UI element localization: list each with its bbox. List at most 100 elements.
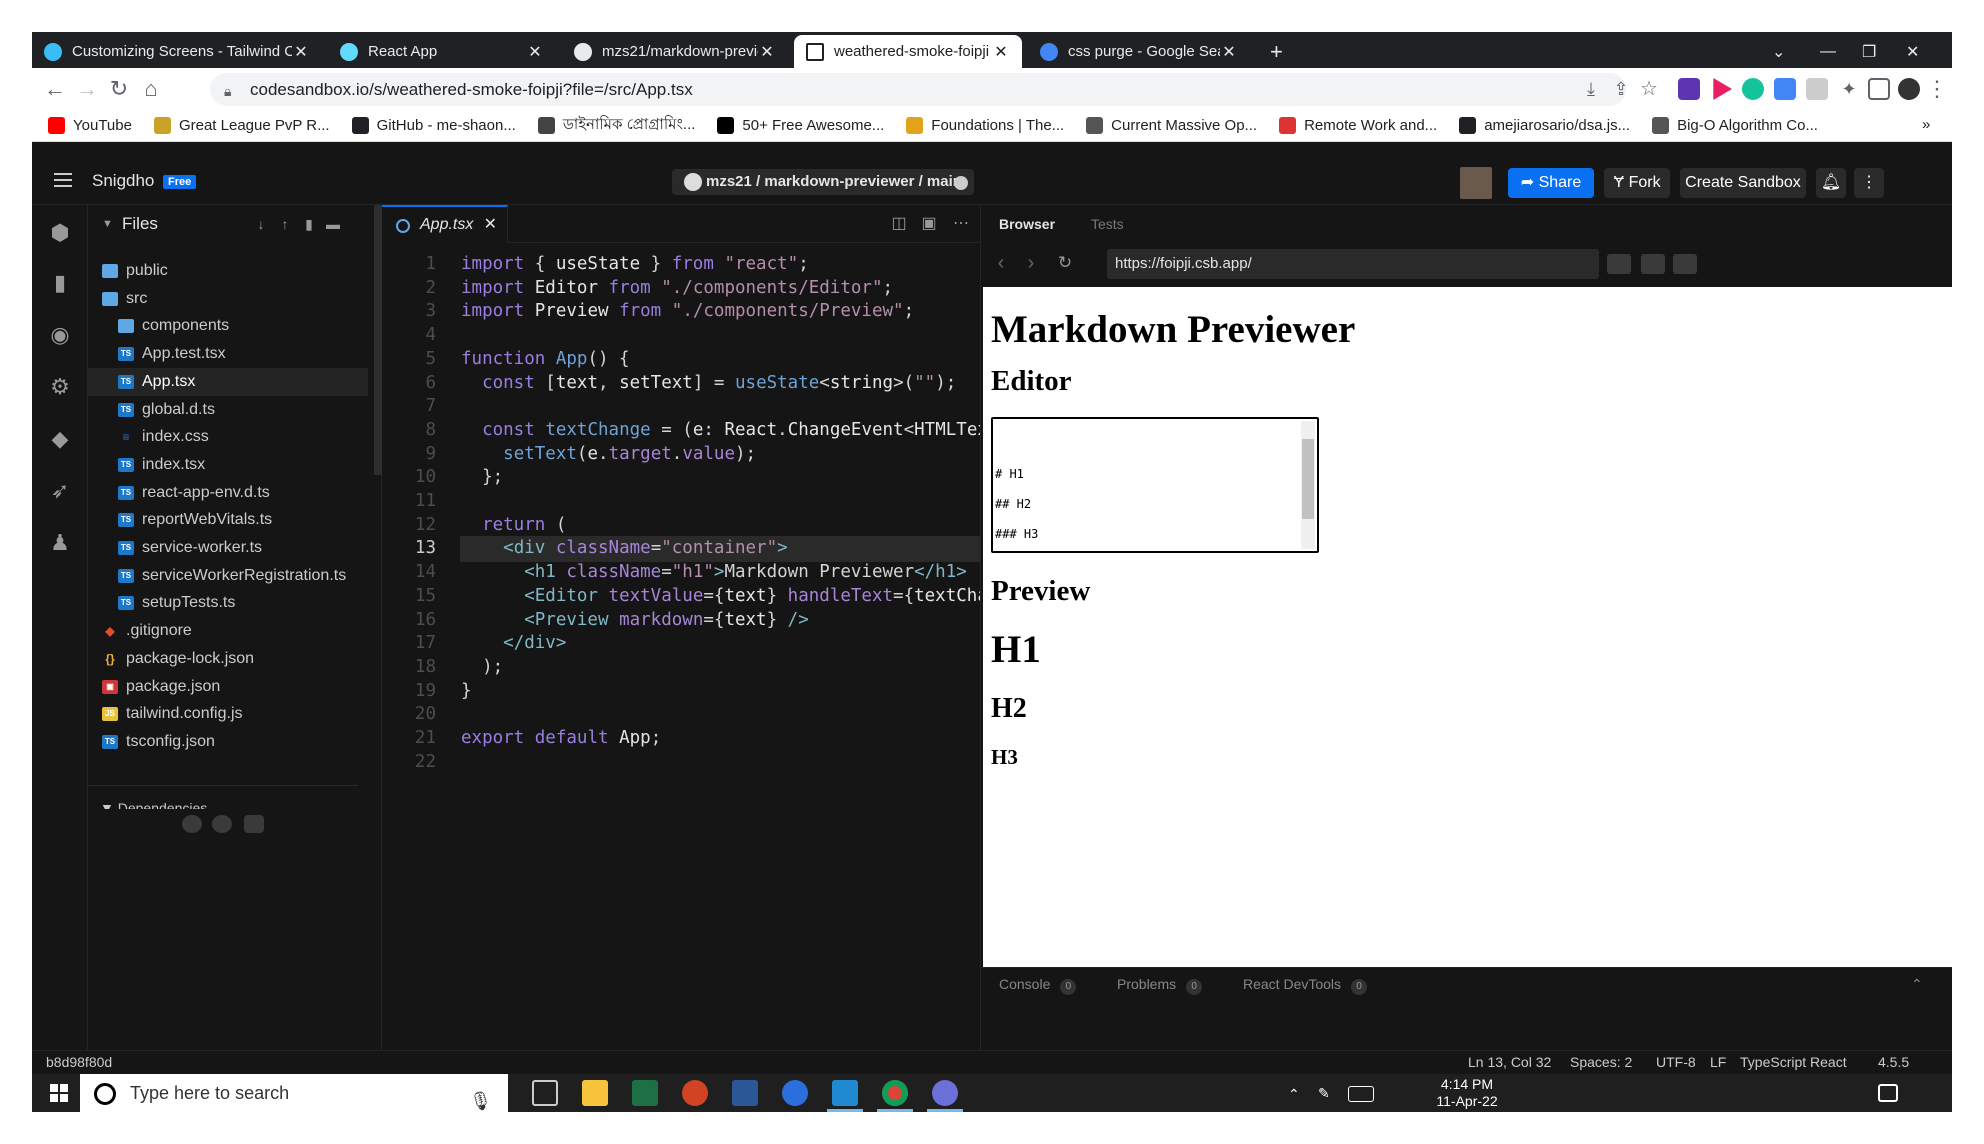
restore-icon[interactable]: ❐	[1850, 35, 1890, 68]
textarea-scroll-thumb[interactable]	[1302, 439, 1314, 519]
close-icon[interactable]: ✕	[484, 207, 497, 243]
globe-icon[interactable]	[954, 176, 968, 190]
bookmark-item[interactable]: Foundations | The...	[906, 117, 1064, 134]
gear-icon[interactable]: ⚙	[48, 375, 72, 399]
menu-icon[interactable]	[54, 173, 72, 187]
split-editor-icon[interactable]: ◫	[890, 216, 908, 232]
layout-icon[interactable]	[1607, 254, 1631, 274]
tab-browser[interactable]: Browser	[999, 205, 1055, 243]
task-view-icon[interactable]	[532, 1080, 558, 1106]
taskbar-search[interactable]: Type here to search 🎙︎	[80, 1074, 508, 1112]
discord-icon[interactable]	[244, 815, 264, 833]
url-bar[interactable]: 🔒︎ codesandbox.io/s/weathered-smoke-foip…	[210, 73, 1626, 106]
browser-tab[interactable]: mzs21/markdown-previewer✕	[562, 35, 788, 68]
install-icon[interactable]: ⤓	[1578, 76, 1604, 102]
bookmark-item[interactable]: GitHub - me-shaon...	[351, 117, 516, 134]
extension-icon-1[interactable]	[1678, 78, 1700, 100]
close-tab-icon[interactable]: ✕	[992, 42, 1010, 62]
create-sandbox-button[interactable]: Create Sandbox	[1680, 168, 1806, 198]
cube-icon[interactable]: ⬢	[48, 221, 72, 245]
bookmark-star-icon[interactable]: ☆	[1636, 76, 1662, 102]
bookmark-item[interactable]: 50+ Free Awesome...	[717, 117, 884, 134]
forward-icon[interactable]: ›	[1021, 253, 1041, 273]
file-row[interactable]: TS react-app-env.d.ts	[88, 479, 368, 507]
windows-start-icon[interactable]	[50, 1084, 68, 1102]
back-icon[interactable]: ←	[42, 76, 68, 102]
refresh-icon[interactable]: ↻	[1055, 253, 1075, 273]
cursor-position[interactable]: Ln 13, Col 32	[1468, 1051, 1551, 1074]
github-footer-icon[interactable]	[212, 815, 232, 833]
bookmark-item[interactable]: Great League PvP R...	[153, 117, 330, 134]
forward-icon[interactable]: →	[74, 76, 100, 102]
browser-tab[interactable]: css purge - Google Search✕	[1028, 35, 1250, 68]
fork-button[interactable]: Ɏ Fork	[1604, 168, 1670, 198]
file-row[interactable]: public	[88, 257, 368, 285]
tab-tests[interactable]: Tests	[1091, 205, 1124, 243]
extension-icon-5[interactable]	[1806, 78, 1828, 100]
chevron-up-icon[interactable]: ⌃	[1911, 968, 1923, 1000]
extensions-puzzle-icon[interactable]: ✦	[1836, 76, 1862, 102]
code-area[interactable]: 1 import { useState } from "react"; 2 impor…	[382, 244, 1041, 1050]
file-explorer-icon[interactable]	[582, 1080, 608, 1106]
microphone-icon[interactable]: 🎙︎	[469, 1082, 492, 1112]
tab-search-icon[interactable]: ⌄	[1760, 35, 1800, 68]
copy-icon[interactable]	[1641, 254, 1665, 274]
home-icon[interactable]: ⌂	[138, 76, 164, 102]
browser-tab[interactable]: React App ✕	[328, 35, 556, 68]
file-row[interactable]: TS tsconfig.json	[88, 728, 368, 756]
more-options-icon[interactable]: ⋮	[1854, 168, 1884, 198]
bookmark-item[interactable]: Remote Work and...	[1279, 117, 1437, 134]
line-ending[interactable]: LF	[1710, 1051, 1726, 1074]
close-tab-icon[interactable]: ✕	[1220, 42, 1238, 62]
file-row[interactable]: ◆ .gitignore	[88, 617, 368, 645]
word-icon[interactable]	[732, 1080, 758, 1106]
file-row[interactable]: TS reportWebVitals.ts	[88, 506, 368, 534]
more-bookmarks-icon[interactable]: »	[1922, 116, 1930, 133]
preview-icon[interactable]: ▣	[920, 216, 938, 232]
ts-version[interactable]: 4.5.5	[1878, 1051, 1909, 1074]
file-row[interactable]: src	[88, 285, 368, 313]
tray-chevron-icon[interactable]: ⌃	[1288, 1086, 1304, 1102]
repo-breadcrumb[interactable]: mzs21 / markdown-previewer / main	[672, 169, 974, 195]
search-icon[interactable]: ◉	[48, 323, 72, 347]
new-tab-button[interactable]: +	[1258, 35, 1294, 68]
vscode-icon[interactable]	[832, 1080, 858, 1106]
discord-app-icon[interactable]	[932, 1080, 958, 1106]
file-row[interactable]: TS serviceWorkerRegistration.ts	[88, 562, 368, 590]
firefox-icon[interactable]	[782, 1080, 808, 1106]
users-icon[interactable]: ♟	[48, 531, 72, 555]
close-tab-icon[interactable]: ✕	[526, 42, 544, 62]
more-icon[interactable]: ⋯	[952, 216, 970, 232]
preview-url-input[interactable]: https://foipji.csb.app/	[1107, 249, 1599, 279]
workspace-user[interactable]: Snigdho	[92, 171, 154, 191]
file-row[interactable]: TS App.tsx	[88, 367, 368, 396]
minimize-icon[interactable]: —	[1808, 35, 1848, 68]
chrome-menu-icon[interactable]: ⋮	[1924, 76, 1950, 102]
extension-icon-2[interactable]	[1713, 78, 1732, 100]
browser-tab[interactable]: Customizing Screens - Tailwind C ✕	[32, 35, 322, 68]
share-button[interactable]: ➦ Share	[1508, 168, 1594, 198]
file-icon[interactable]: ▮	[48, 271, 72, 295]
file-row[interactable]: TS App.test.tsx	[88, 340, 368, 368]
dependencies-section[interactable]: ▼ Dependencies	[100, 797, 207, 809]
encoding[interactable]: UTF-8	[1656, 1051, 1696, 1074]
bookmark-item[interactable]: Current Massive Op...	[1086, 117, 1257, 134]
browser-tab[interactable]: weathered-smoke-foipji - CodeS✕	[794, 35, 1022, 68]
close-window-icon[interactable]: ✕	[1894, 35, 1934, 68]
chrome-icon[interactable]	[882, 1080, 908, 1106]
rocket-icon[interactable]: ➶	[48, 479, 72, 503]
side-panel-icon[interactable]	[1868, 78, 1890, 100]
new-folder-icon[interactable]: ▬	[326, 217, 340, 231]
twitter-icon[interactable]	[182, 815, 202, 833]
bookmark-item[interactable]: YouTube	[48, 117, 132, 134]
file-row[interactable]: {} package-lock.json	[88, 645, 368, 673]
bookmark-item[interactable]: amejiarosario/dsa.js...	[1459, 117, 1630, 134]
back-icon[interactable]: ‹	[991, 253, 1011, 273]
new-file-icon[interactable]: ▮	[302, 217, 316, 231]
notifications-bell-icon[interactable]: 🔔︎	[1816, 168, 1846, 198]
excel-icon[interactable]	[632, 1080, 658, 1106]
file-row[interactable]: TS setupTests.ts	[88, 589, 368, 617]
sort-up-icon[interactable]: ↑	[278, 217, 292, 231]
share-page-icon[interactable]: ⇪	[1608, 76, 1634, 102]
pen-icon[interactable]: ✎	[1318, 1085, 1336, 1103]
